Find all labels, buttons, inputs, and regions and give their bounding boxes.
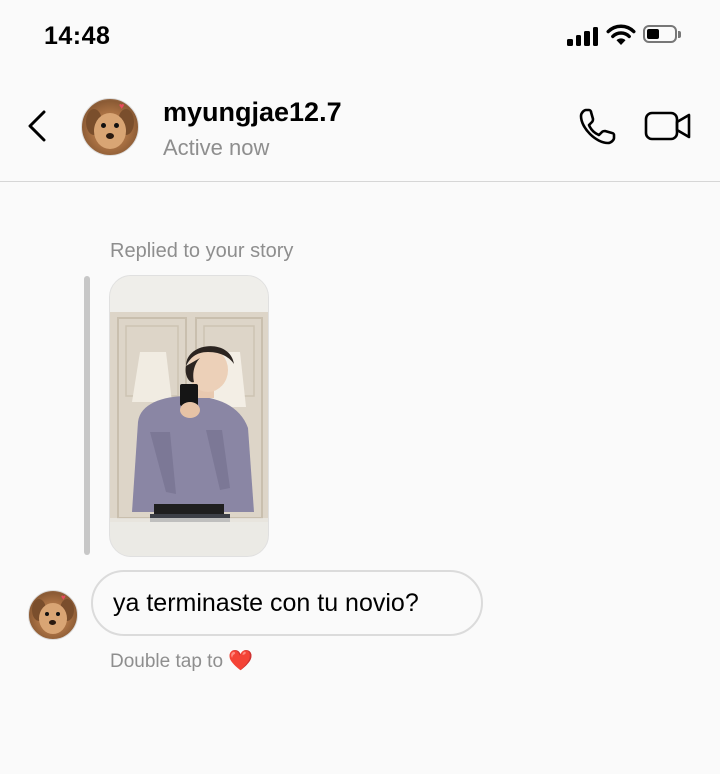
phone-icon[interactable] [576, 106, 618, 148]
active-status: Active now [163, 135, 270, 160]
story-image [110, 312, 268, 522]
chat-header: ♥ myungjae12.7 Active now [0, 70, 720, 182]
status-time: 14:48 [44, 22, 111, 50]
video-camera-icon[interactable] [643, 108, 693, 144]
story-reply-label: Replied to your story [110, 240, 294, 262]
cellular-signal-icon [567, 26, 599, 46]
sender-avatar[interactable]: ♥ [28, 590, 78, 640]
heart-icon: ❤️ [228, 650, 254, 672]
heart-sticker-icon: ♥ [119, 101, 125, 111]
reply-indicator-bar [84, 276, 90, 555]
heart-sticker-icon: ♥ [61, 593, 66, 602]
avatar[interactable]: ♥ [81, 98, 139, 156]
wifi-icon [606, 24, 636, 45]
story-thumbnail[interactable] [109, 275, 269, 557]
message-bubble[interactable]: ya terminaste con tu novio? [91, 570, 483, 636]
hint-text: Double tap to [110, 651, 224, 672]
double-tap-hint: Double tap to ❤️ [110, 648, 253, 673]
status-bar: 14:48 [0, 0, 720, 70]
message-text: ya terminaste con tu novio? [113, 588, 419, 617]
chat-username[interactable]: myungjae12.7 [163, 97, 342, 128]
back-arrow-icon[interactable] [22, 106, 52, 146]
battery-icon [643, 25, 681, 45]
